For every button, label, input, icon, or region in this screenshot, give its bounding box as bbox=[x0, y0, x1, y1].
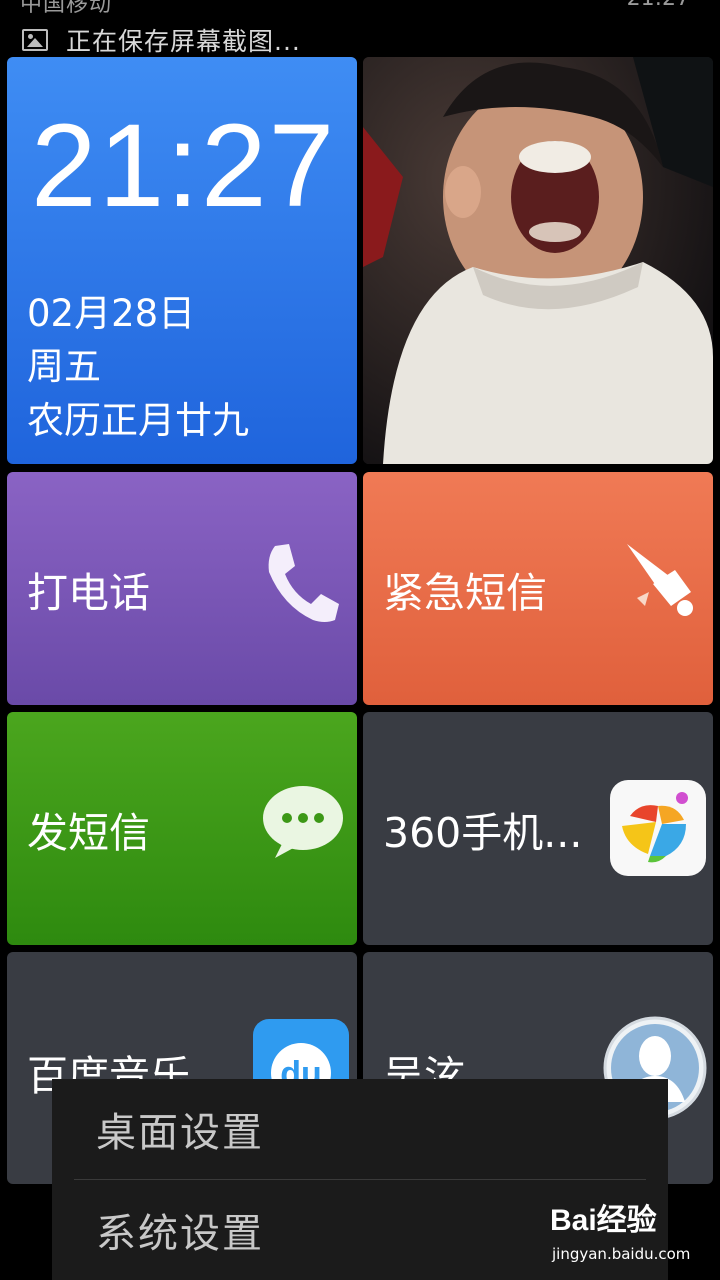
menu-item-label: 桌面设置 bbox=[96, 1110, 264, 1156]
chat-bubble-icon bbox=[263, 786, 343, 858]
menu-item-desktop-settings[interactable]: 桌面设置 bbox=[52, 1079, 668, 1179]
watermark-url: jingyan.baidu.com bbox=[552, 1245, 691, 1263]
clock-tile[interactable]: 21:27 02月28日 周五 农历正月廿九 bbox=[7, 57, 357, 464]
child-photo bbox=[363, 57, 713, 464]
rocket-icon bbox=[627, 544, 693, 616]
clock-date: 02月28日 bbox=[27, 292, 196, 335]
baidu-jingyan-watermark: Bai经验 jingyan.baidu.com bbox=[550, 1195, 710, 1273]
status-carrier: 中国移动 bbox=[20, 0, 113, 17]
app-360-icon bbox=[610, 780, 706, 876]
clock-lunar-date: 农历正月廿九 bbox=[27, 399, 249, 442]
screenshot-notification: 正在保存屏幕截图... bbox=[22, 22, 301, 58]
sms-tile[interactable]: 发短信 bbox=[7, 712, 357, 945]
menu-item-label: 系统设置 bbox=[96, 1211, 264, 1257]
status-bar: 中国移动 21:27 正在保存屏幕截图... bbox=[0, 0, 720, 56]
call-label: 打电话 bbox=[27, 568, 150, 617]
call-tile[interactable]: 打电话 bbox=[7, 472, 357, 705]
sms-label: 发短信 bbox=[27, 808, 150, 857]
photo-tile[interactable] bbox=[363, 57, 713, 464]
status-time: 21:27 bbox=[627, 0, 690, 11]
watermark-logo: Bai经验 bbox=[550, 1204, 657, 1237]
image-icon bbox=[22, 29, 48, 51]
notification-text: 正在保存屏幕截图... bbox=[66, 27, 301, 56]
phone-icon bbox=[268, 544, 339, 622]
emergency-sms-label: 紧急短信 bbox=[383, 568, 547, 617]
app-360-label: 360手机... bbox=[383, 808, 583, 857]
app-360-tile[interactable]: 360手机... bbox=[363, 712, 713, 945]
clock-time: 21:27 bbox=[31, 100, 337, 232]
emergency-sms-tile[interactable]: 紧急短信 bbox=[363, 472, 713, 705]
clock-weekday: 周五 bbox=[27, 345, 101, 388]
